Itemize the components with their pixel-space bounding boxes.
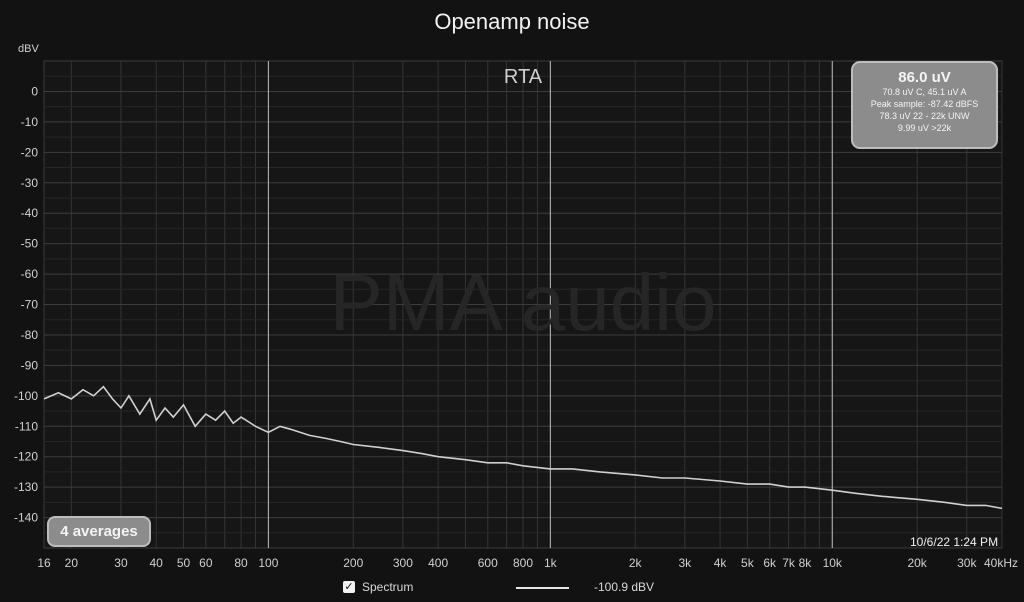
x-tick-label: 600 — [478, 556, 498, 570]
x-tick-label: 8k — [799, 556, 813, 570]
x-tick-label: 60 — [199, 556, 213, 570]
stats-box: 86.0 uV 70.8 uV C, 45.1 uV A Peak sample… — [851, 61, 998, 149]
x-tick-label: 30k — [957, 556, 977, 570]
legend-value: -100.9 dBV — [594, 580, 655, 594]
x-tick-label: 80 — [234, 556, 248, 570]
stats-line: 9.99 uV >22k — [897, 123, 952, 133]
legend-line-swatch — [516, 587, 569, 589]
stats-line: 70.8 uV C, 45.1 uV A — [882, 87, 967, 97]
x-tick-label: 800 — [513, 556, 533, 570]
x-tick-label: 300 — [393, 556, 413, 570]
x-tick-label: 200 — [343, 556, 363, 570]
stats-line: Peak sample: -87.42 dBFS — [870, 99, 979, 109]
plot-label: RTA — [504, 66, 543, 88]
y-tick-label: -140 — [14, 511, 38, 525]
x-tick-label: 6k — [763, 556, 777, 570]
x-tick-label: 7k — [782, 556, 796, 570]
legend: ✓ Spectrum -100.9 dBV — [0, 578, 1024, 598]
spectrum-label: Spectrum — [362, 580, 414, 594]
x-tick-label: 1k — [544, 556, 558, 570]
x-tick-label: 20 — [65, 556, 79, 570]
stats-main-value: 86.0 uV — [898, 69, 951, 86]
x-tick-label: 40 — [150, 556, 164, 570]
y-tick-label: -60 — [21, 267, 39, 281]
x-tick-label: 10k — [823, 556, 843, 570]
y-tick-label: -40 — [21, 206, 39, 220]
y-tick-label: -20 — [21, 145, 39, 159]
y-tick-label: -100 — [14, 389, 38, 403]
y-tick-label: -30 — [21, 176, 39, 190]
x-tick-label: 20k — [907, 556, 927, 570]
x-tick-label: 3k — [678, 556, 692, 570]
x-tick-label: 2k — [629, 556, 643, 570]
stats-line: 78.3 uV 22 - 22k UNW — [879, 111, 970, 121]
x-tick-label: 400 — [428, 556, 448, 570]
spectrum-checkbox[interactable]: ✓ — [343, 581, 355, 593]
x-tick-label: 100 — [258, 556, 278, 570]
y-tick-label: -130 — [14, 480, 38, 494]
y-tick-label: -90 — [21, 358, 39, 372]
y-tick-label: -10 — [21, 115, 39, 129]
y-tick-label: 0 — [31, 84, 38, 98]
x-tick-label: 50 — [177, 556, 191, 570]
x-tick-label: 16 — [37, 556, 51, 570]
x-tick-label: 30 — [114, 556, 128, 570]
y-tick-label: -50 — [21, 237, 39, 251]
y-tick-label: -120 — [14, 450, 38, 464]
y-tick-label: -70 — [21, 298, 39, 312]
y-axis-unit: dBV — [18, 43, 39, 55]
y-tick-label: -110 — [15, 419, 38, 433]
y-tick-label: -80 — [21, 328, 39, 342]
x-tick-label: 5k — [741, 556, 755, 570]
x-tick-labels: 16 20 30 40 50 60 80 100 200 300 400 600 800 1k 2k 3k 4k… — [37, 556, 1018, 570]
x-tick-label: 4k — [714, 556, 728, 570]
y-tick-labels: 0 -10 -20 -30 -40 -50 -60 -70 -80 -90 -100 -110 -120… — [14, 84, 38, 524]
watermark: PMA audio — [330, 258, 717, 347]
averages-badge: 4 averages — [47, 516, 151, 547]
timestamp: 10/6/22 1:24 PM — [910, 535, 999, 549]
x-tick-label: 40kHz — [984, 556, 1018, 570]
